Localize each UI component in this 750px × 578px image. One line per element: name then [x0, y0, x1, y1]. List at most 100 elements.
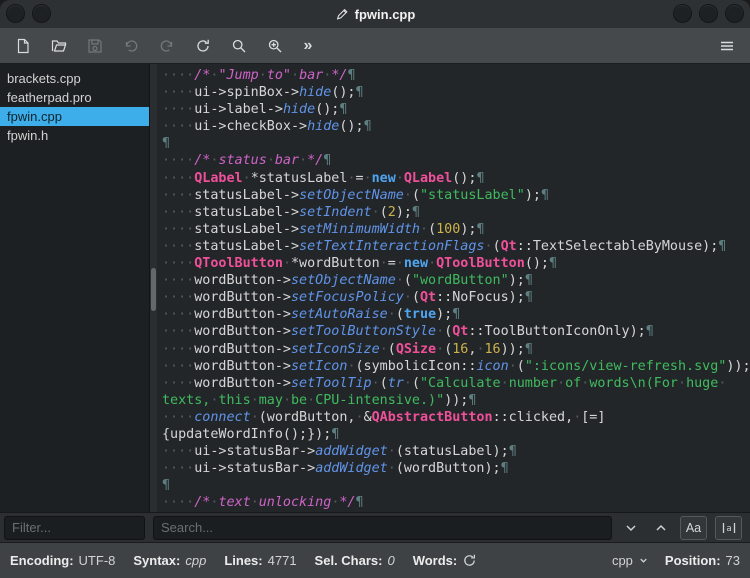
file-item[interactable]: fpwin.h — [0, 126, 149, 145]
menu-icon — [721, 41, 733, 50]
window-button-3[interactable] — [674, 5, 691, 22]
file-item[interactable]: featherpad.pro — [0, 88, 149, 107]
syntax-status: Syntax: cpp — [133, 553, 206, 568]
code-line: ····QToolButton·*wordButton·=·new·QToolB… — [162, 256, 558, 272]
code-line: texts,·this·may·be·CPU-intensive.)"));¶ — [162, 392, 477, 408]
position-status: Position: 73 — [665, 553, 740, 568]
syntax-selector[interactable]: cpp — [612, 553, 649, 568]
code-line: ····statusLabel->setIndent·(2);¶ — [162, 204, 420, 220]
window-button-1[interactable] — [7, 5, 24, 22]
lines-label: Lines: — [224, 553, 263, 568]
code-line: ····wordButton->setIconSize·(QSize·(16,·… — [162, 341, 533, 357]
search-prev-button[interactable] — [650, 516, 672, 540]
redo-button[interactable] — [154, 33, 180, 59]
encoding-status: Encoding: UTF-8 — [10, 553, 115, 568]
search-next-button[interactable] — [620, 516, 642, 540]
window-title: fpwin.cpp — [335, 6, 416, 22]
refresh-icon — [464, 554, 476, 566]
save-icon — [88, 38, 102, 53]
code-line: ····/*·status·bar·*/¶ — [162, 153, 332, 169]
find-replace-button[interactable] — [262, 33, 288, 59]
svg-text:a: a — [726, 524, 731, 534]
lines-status: Lines: 4771 — [224, 553, 296, 568]
window-button-5[interactable] — [726, 5, 743, 22]
undo-icon — [125, 39, 138, 52]
code-line: ····ui->checkBox->hide();¶ — [162, 119, 372, 135]
encoding-label: Encoding: — [10, 553, 74, 568]
encoding-value: UTF-8 — [78, 553, 116, 568]
new-file-icon — [17, 38, 29, 53]
undo-button[interactable] — [118, 33, 144, 59]
word-count-refresh-button[interactable] — [462, 553, 477, 568]
selection-status: Sel. Chars: 0 — [315, 553, 395, 568]
window-button-4[interactable] — [700, 5, 717, 22]
statusbar-right: cpp Position: 73 — [612, 553, 740, 568]
toolbar: » — [0, 28, 750, 64]
file-item[interactable]: fpwin.cpp — [0, 107, 149, 126]
reload-icon — [197, 39, 209, 52]
match-case-label: Aa — [685, 520, 702, 535]
file-item[interactable]: brackets.cpp — [0, 69, 149, 88]
search-toggle-button[interactable] — [226, 33, 252, 59]
syntax-selector-value: cpp — [611, 553, 633, 568]
code-line: ····wordButton->setIcon·(symbolicIcon::i… — [162, 358, 750, 374]
sel-chars-value: 0 — [387, 553, 395, 568]
file-list: brackets.cpp featherpad.pro fpwin.cpp fpwin… — [0, 69, 149, 145]
code-line: {updateWordInfo();});¶ — [162, 426, 340, 442]
code-line: ····/*·"Jump·to"·bar·*/¶ — [162, 68, 356, 83]
featherpad-window: fpwin.cpp » brackets.cpp featherpad.pro … — [0, 0, 750, 578]
chevron-up-icon — [656, 524, 666, 531]
code-area[interactable]: ····/*·"Jump·to"·bar·*/¶ ····ui->spinBox-… — [157, 64, 750, 512]
code-line: ····ui->spinBox->hide();¶ — [162, 85, 364, 101]
window-title-text: fpwin.cpp — [354, 6, 416, 22]
statusbar: Encoding: UTF-8 Syntax: cpp Lines: 4771 … — [0, 542, 750, 578]
sidebar: brackets.cpp featherpad.pro fpwin.cpp fpwin… — [0, 64, 150, 512]
code-line: ····connect·(wordButton,·&QAbstractButto… — [162, 409, 606, 425]
whole-word-icon: a — [722, 522, 735, 534]
chevron-down-icon — [640, 558, 647, 563]
redo-icon — [160, 39, 173, 52]
words-label: Words: — [412, 553, 458, 568]
window-button-2[interactable] — [33, 5, 50, 22]
syntax-value: cpp — [185, 553, 207, 568]
search-icon — [232, 39, 246, 52]
code-line: ····ui->statusBar->addWidget·(wordButton… — [162, 461, 509, 477]
search-row: Aa a — [0, 512, 750, 542]
search-input[interactable] — [153, 515, 612, 540]
code-line: ····wordButton->setToolButtonStyle·(Qt::… — [162, 324, 654, 340]
window-buttons-left — [7, 5, 50, 22]
code-line: ····ui->label->hide();¶ — [162, 102, 348, 118]
whole-word-button[interactable]: a — [715, 515, 742, 540]
code-line: ····wordButton->setToolTip·(tr·("Calcula… — [162, 375, 727, 391]
code-line: ····wordButton->setFocusPolicy·(Qt::NoFo… — [162, 290, 533, 306]
filter-input[interactable] — [4, 515, 145, 540]
new-file-button[interactable] — [10, 33, 36, 59]
chevron-down-icon — [626, 524, 636, 531]
position-value: 73 — [725, 553, 740, 568]
sel-chars-label: Sel. Chars: — [314, 553, 383, 568]
reload-button[interactable] — [190, 33, 216, 59]
code-line: ¶ — [162, 136, 171, 152]
main-area: brackets.cpp featherpad.pro fpwin.cpp fpwin… — [0, 64, 750, 512]
editor-scrollbar[interactable] — [150, 64, 157, 512]
position-label: Position: — [664, 553, 721, 568]
lines-value: 4771 — [267, 553, 297, 568]
match-case-button[interactable]: Aa — [680, 515, 707, 540]
syntax-label: Syntax: — [133, 553, 181, 568]
open-file-button[interactable] — [46, 33, 72, 59]
edit-pencil-icon — [336, 8, 348, 20]
code-line: ····statusLabel->setObjectName·("statusL… — [162, 187, 549, 203]
titlebar: fpwin.cpp — [0, 0, 750, 28]
code-line: ····ui->statusBar->addWidget·(statusLabe… — [162, 444, 517, 460]
code-line: ····wordButton->setObjectName·("wordButt… — [162, 273, 533, 289]
code-line: ····QLabel·*statusLabel·=·new·QLabel();¶ — [162, 170, 485, 186]
save-button[interactable] — [82, 33, 108, 59]
scrollbar-handle[interactable] — [151, 268, 156, 311]
find-replace-icon — [268, 39, 282, 52]
toolbar-overflow-button[interactable]: » — [298, 33, 318, 59]
code-line: ····statusLabel->setMinimumWidth·(100);¶ — [162, 221, 485, 237]
code-line: ····/*·text·unlocking·*/¶ — [162, 495, 364, 511]
code-line: ····wordButton->setAutoRaise·(true);¶ — [162, 307, 461, 323]
words-status: Words: — [413, 553, 478, 568]
menu-button[interactable] — [714, 33, 740, 59]
